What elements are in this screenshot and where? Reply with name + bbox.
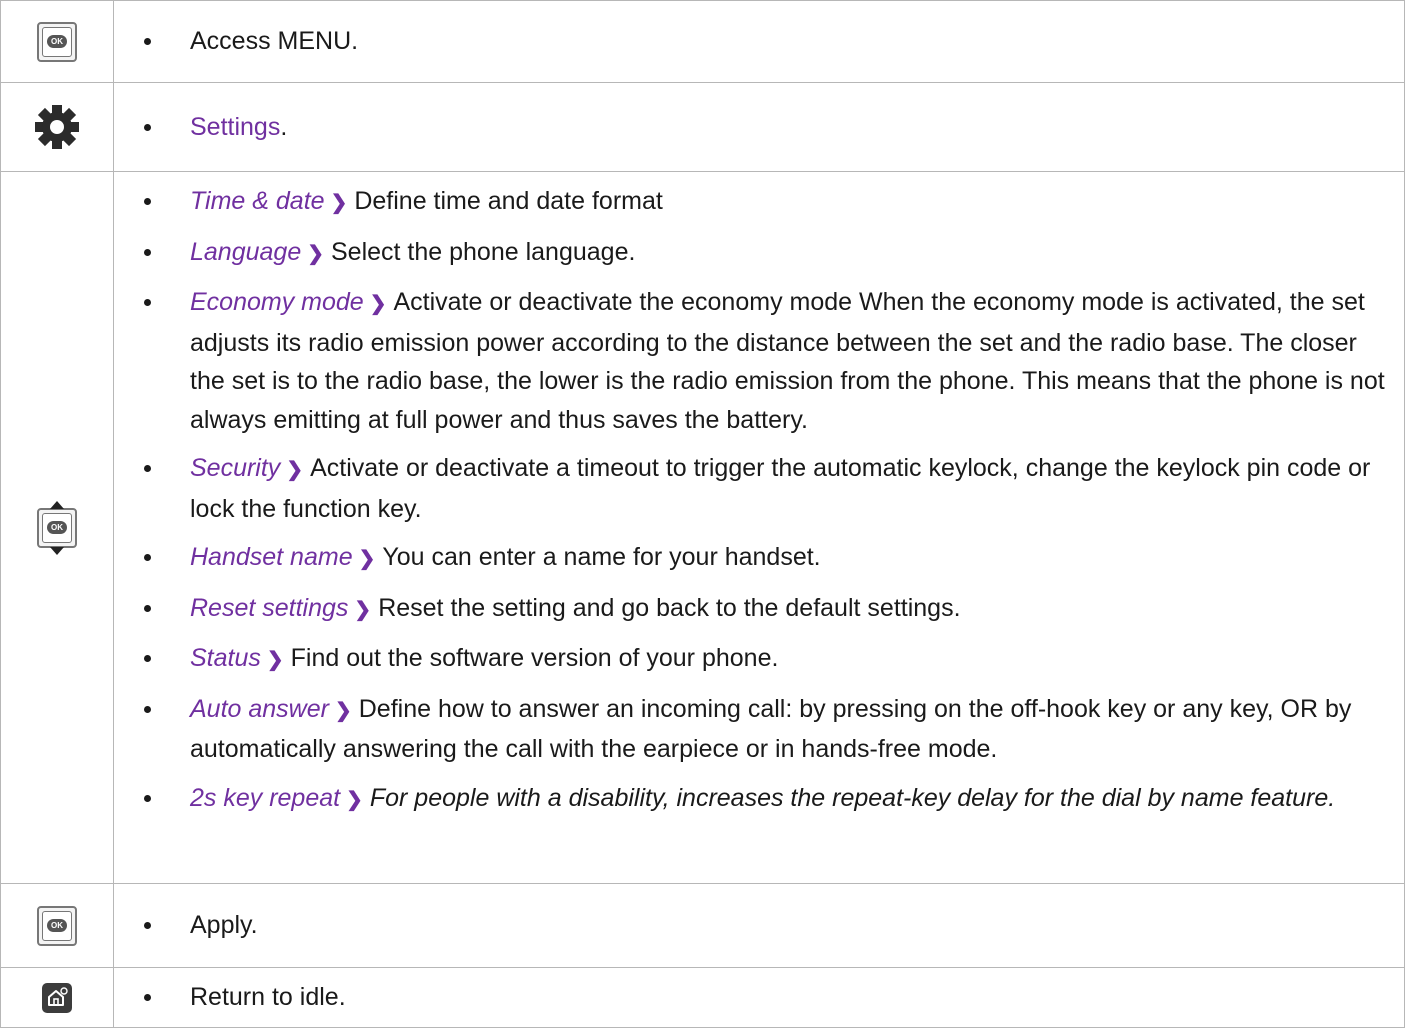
menu-term[interactable]: Language (190, 238, 301, 266)
list-item: Language ❯ Select the phone language. (114, 233, 1394, 274)
menu-term[interactable]: Status (190, 644, 261, 672)
list-item: Apply. (114, 906, 1394, 945)
icon-cell (0, 968, 114, 1027)
menu-term[interactable]: 2s key repeat (190, 784, 340, 812)
home-key-icon (42, 982, 72, 1013)
table-row: Return to idle. (0, 968, 1405, 1028)
list-item: Time & date ❯ Define time and date format (114, 182, 1394, 223)
instruction-table: OK Access MENU. Settings. OK Time & date… (0, 0, 1405, 1028)
chevron-right-icon: ❯ (266, 649, 284, 671)
chevron-right-icon: ❯ (286, 459, 304, 481)
ok-key-icon: OK (37, 21, 77, 62)
menu-term[interactable]: Handset name (190, 543, 353, 571)
text-cell: Access MENU. (114, 1, 1405, 82)
chevron-right-icon: ❯ (346, 788, 363, 811)
icon-cell: OK (0, 884, 114, 967)
navigator-key-icon: OK (37, 500, 77, 555)
chevron-right-icon: ❯ (354, 598, 372, 621)
menu-term[interactable]: Time & date (190, 187, 325, 215)
table-row: OK Access MENU. (0, 1, 1405, 83)
chevron-right-icon: ❯ (369, 293, 387, 315)
text-cell: Apply. (114, 884, 1405, 967)
list-item: Economy mode ❯ Activate or deactivate the … (114, 283, 1394, 439)
ok-key-icon: OK (37, 905, 77, 946)
list-item: Reset settings ❯ Reset the setting and go … (114, 589, 1394, 630)
list-item: Security ❯ Activate or deactivate a timeou… (114, 449, 1394, 528)
list-item: Access MENU. (114, 22, 1394, 61)
text-cell: Return to idle. (114, 968, 1405, 1027)
menu-term[interactable]: Auto answer (190, 695, 329, 723)
settings-link[interactable]: Settings (190, 113, 280, 141)
gear-icon (35, 105, 79, 149)
list-item: Handset name ❯ You can enter a name for yo… (114, 538, 1394, 579)
icon-cell: OK (0, 172, 114, 883)
table-row: OK Time & date ❯ Define time and date form… (0, 172, 1405, 884)
list-item: 2s key repeat ❯ For people with a disabili… (114, 779, 1394, 820)
chevron-right-icon: ❯ (358, 548, 376, 570)
list-item: Auto answer ❯ Define how to answer an inco… (114, 690, 1394, 769)
chevron-right-icon: ❯ (334, 699, 352, 722)
icon-cell (0, 83, 114, 171)
arrow-up-icon (50, 500, 64, 509)
chevron-right-icon: ❯ (330, 192, 348, 214)
text-cell: Settings. (114, 83, 1405, 171)
list-item: Settings. (114, 108, 1394, 147)
list-item: Status ❯ Find out the software version of … (114, 639, 1394, 680)
menu-term[interactable]: Security (190, 454, 280, 482)
menu-term[interactable]: Economy mode (190, 288, 364, 316)
table-row: Settings. (0, 83, 1405, 172)
chevron-right-icon: ❯ (307, 242, 324, 265)
list-item: Return to idle. (114, 978, 1394, 1017)
icon-cell: OK (0, 1, 114, 82)
text-cell: Time & date ❯ Define time and date format … (114, 172, 1405, 883)
table-row: OK Apply. (0, 884, 1405, 968)
arrow-down-icon (50, 546, 64, 555)
menu-term[interactable]: Reset settings (190, 594, 348, 622)
